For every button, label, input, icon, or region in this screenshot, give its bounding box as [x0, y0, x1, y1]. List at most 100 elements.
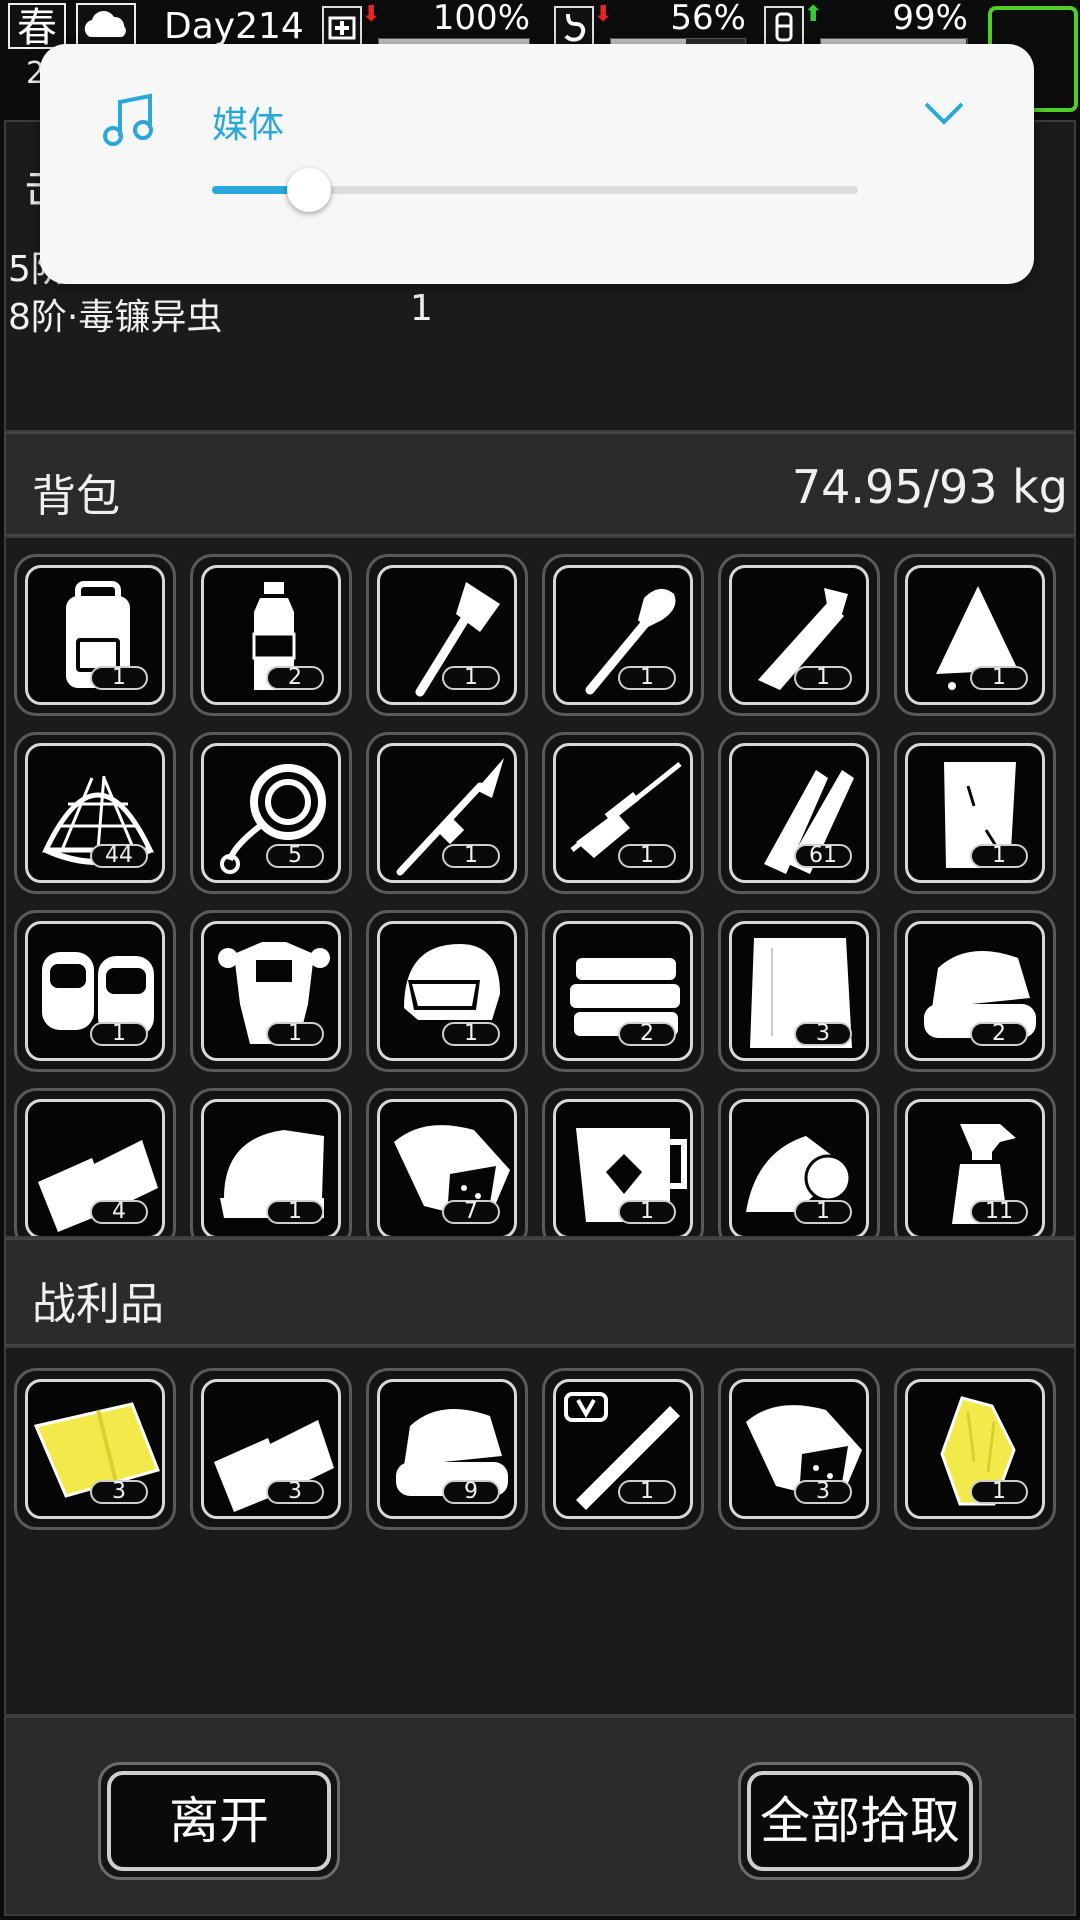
item-slot[interactable]: 1 [542, 1368, 704, 1530]
item-slot-frame: 1 [377, 743, 517, 883]
item-slot[interactable]: 1 [542, 732, 704, 894]
item-slot-frame: 1 [201, 1099, 341, 1236]
item-slot[interactable]: 1 [14, 554, 176, 716]
item-slot[interactable]: 44 [14, 732, 176, 894]
item-slot-frame: 1 [729, 1099, 869, 1236]
day-counter: Day214 [164, 6, 304, 47]
item-slot-frame: 1 [201, 921, 341, 1061]
item-quantity: 3 [794, 1022, 852, 1046]
volume-slider[interactable] [212, 168, 858, 212]
item-slot-frame: 3 [729, 921, 869, 1061]
item-slot-frame: 1 [729, 565, 869, 705]
item-slot[interactable]: 3 [190, 1368, 352, 1530]
item-quantity: 1 [794, 666, 852, 690]
item-quantity: 1 [90, 666, 148, 690]
hunger-percent: 56% [670, 0, 746, 38]
item-quantity: 3 [90, 1480, 148, 1504]
item-quantity: 1 [442, 1022, 500, 1046]
backpack-grid: 1 2 1 1 1 1 44 5 1 1 61 1 1 1 1 2 3 2 4 1 7 1 1 11 [14, 554, 1066, 1236]
music-note-icon [98, 88, 162, 156]
item-quantity: 61 [794, 844, 852, 868]
volume-label: 媒体 [212, 105, 285, 146]
item-slot[interactable]: 61 [718, 732, 880, 894]
item-quantity: 1 [970, 844, 1028, 868]
loot-panel[interactable]: 3 3 9 1 3 1 [4, 1346, 1076, 1716]
item-slot[interactable]: 9 [366, 1368, 528, 1530]
item-quantity: 1 [970, 666, 1028, 690]
arrow-down-icon: ⬇ [362, 2, 381, 27]
item-slot-frame: 11 [905, 1099, 1045, 1236]
chevron-down-icon[interactable] [920, 96, 968, 134]
thirst-percent: 99% [892, 0, 968, 38]
item-slot[interactable]: 5 [190, 732, 352, 894]
item-slot-frame: 2 [905, 921, 1045, 1061]
item-quantity: 1 [266, 1200, 324, 1224]
item-slot[interactable]: 3 [14, 1368, 176, 1530]
item-slot-frame: 1 [25, 921, 165, 1061]
backpack-panel[interactable]: 1 2 1 1 1 1 44 5 1 1 61 1 1 1 1 2 3 2 4 1 7 1 1 11 [4, 536, 1076, 1238]
item-slot-frame: 61 [729, 743, 869, 883]
item-slot-frame: 3 [201, 1379, 341, 1519]
item-slot[interactable]: 11 [894, 1088, 1056, 1236]
item-quantity: 1 [618, 1200, 676, 1224]
arrow-up-icon: ⬆ [804, 2, 823, 27]
item-slot[interactable]: 4 [14, 1088, 176, 1236]
item-slot[interactable]: 1 [190, 910, 352, 1072]
loot-title: 战利品 [32, 1279, 164, 1330]
item-quantity: 5 [266, 844, 324, 868]
item-slot-frame: 1 [905, 743, 1045, 883]
season-badge: 春 [8, 3, 66, 51]
item-quantity: 7 [442, 1200, 500, 1224]
health-stat: ⬇ 100% [322, 0, 530, 50]
enemy-count: 1 [410, 288, 433, 329]
item-slot[interactable]: 2 [190, 554, 352, 716]
item-quantity: 11 [970, 1200, 1028, 1224]
backpack-weight: 74.95/93 kg [791, 460, 1068, 514]
item-slot-frame: 1 [905, 1379, 1045, 1519]
item-quantity: 2 [970, 1022, 1028, 1046]
item-quantity: 3 [266, 1480, 324, 1504]
item-slot[interactable]: 1 [366, 554, 528, 716]
item-slot-frame: 1 [553, 565, 693, 705]
item-slot-frame: 4 [25, 1099, 165, 1236]
item-slot[interactable]: 1 [190, 1088, 352, 1236]
item-slot[interactable]: 2 [894, 910, 1056, 1072]
item-slot-frame: 1 [553, 743, 693, 883]
item-slot[interactable]: 1 [542, 1088, 704, 1236]
loot-header: 战利品 [4, 1238, 1076, 1346]
backpack-title: 背包 [32, 471, 120, 522]
item-slot-frame: 1 [905, 565, 1045, 705]
item-slot[interactable]: 1 [14, 910, 176, 1072]
item-slot[interactable]: 3 [718, 1368, 880, 1530]
water-bottle-icon [764, 6, 804, 46]
item-slot-frame: 1 [377, 921, 517, 1061]
item-quantity: 1 [618, 844, 676, 868]
arrow-down-icon: ⬇ [594, 2, 613, 27]
item-slot-frame: 44 [25, 743, 165, 883]
item-slot[interactable]: 1 [894, 1368, 1056, 1530]
pick-all-button-label: 全部拾取 [747, 1771, 973, 1871]
volume-slider-knob[interactable] [286, 168, 331, 212]
pick-all-button[interactable]: 全部拾取 [738, 1762, 982, 1880]
leave-button[interactable]: 离开 [98, 1762, 340, 1880]
item-slot[interactable]: 1 [366, 910, 528, 1072]
item-slot[interactable]: 1 [366, 732, 528, 894]
item-quantity: 1 [794, 1200, 852, 1224]
item-slot[interactable]: 1 [894, 554, 1056, 716]
thirst-stat: ⬆ 99% [764, 0, 968, 50]
health-percent: 100% [432, 0, 530, 38]
item-slot-frame: 2 [553, 921, 693, 1061]
item-slot[interactable]: 1 [718, 554, 880, 716]
item-quantity: 1 [970, 1480, 1028, 1504]
item-slot[interactable]: 7 [366, 1088, 528, 1236]
status-bar: 春 Day214 ⬇ 100% ⬇ 56% ⬆ 99% [0, 0, 1080, 112]
item-slot[interactable]: 2 [542, 910, 704, 1072]
item-slot[interactable]: 1 [542, 554, 704, 716]
cloud-weather-icon [76, 3, 136, 49]
item-slot[interactable]: 3 [718, 910, 880, 1072]
item-slot[interactable]: 1 [894, 732, 1056, 894]
item-quantity: 2 [266, 666, 324, 690]
item-slot-frame: 5 [201, 743, 341, 883]
item-slot[interactable]: 1 [718, 1088, 880, 1236]
item-quantity: 1 [618, 666, 676, 690]
